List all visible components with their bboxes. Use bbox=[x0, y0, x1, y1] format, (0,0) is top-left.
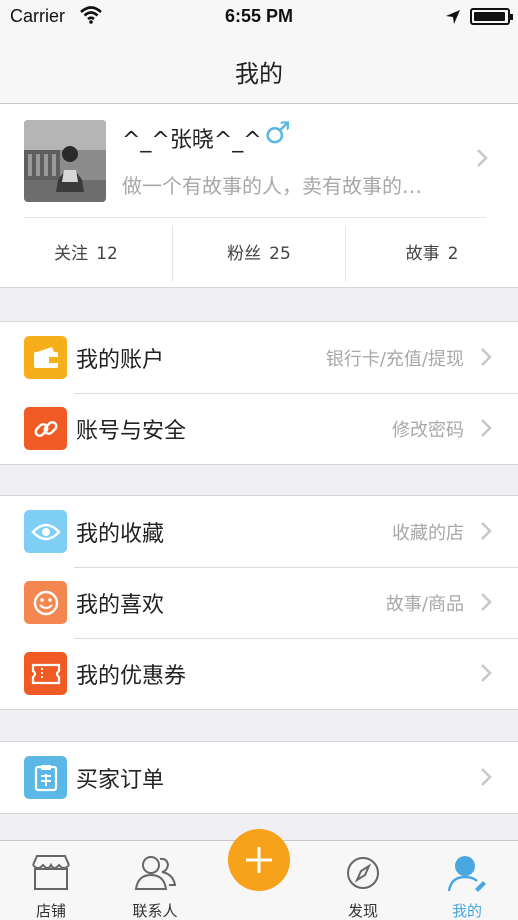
divider bbox=[24, 217, 486, 218]
menu-row-my-favorites[interactable]: 我的收藏 收藏的店 bbox=[0, 496, 518, 567]
smile-icon bbox=[24, 581, 67, 624]
favorites-group: 我的收藏 收藏的店 我的喜欢 故事/商品 我的优惠券 bbox=[0, 495, 518, 710]
chevron-right-icon bbox=[477, 149, 488, 167]
tab-contacts[interactable]: 联系人 bbox=[120, 841, 190, 920]
stat-label: 故事 bbox=[405, 244, 440, 264]
row-label: 买家订单 bbox=[76, 768, 165, 793]
compass-icon bbox=[347, 857, 379, 889]
chevron-right-icon bbox=[481, 593, 492, 611]
page-title: 我的 bbox=[235, 60, 283, 88]
male-icon: ♂ bbox=[264, 116, 291, 151]
tab-label: 我的 bbox=[451, 902, 482, 920]
stat-label: 粉丝 bbox=[227, 244, 262, 264]
stat-count: 25 bbox=[269, 244, 291, 264]
row-detail: 收藏的店 bbox=[392, 523, 464, 544]
account-group: 我的账户 银行卡/充值/提现 账号与安全 修改密码 bbox=[0, 321, 518, 465]
avatar-photo bbox=[24, 120, 106, 202]
tab-label: 联系人 bbox=[132, 902, 178, 920]
profile-icon bbox=[447, 856, 486, 892]
menu-row-my-account[interactable]: 我的账户 银行卡/充值/提现 bbox=[0, 322, 518, 393]
chevron-right-icon bbox=[481, 522, 492, 540]
ticket-icon bbox=[24, 652, 67, 695]
menu-row-account-security[interactable]: 账号与安全 修改密码 bbox=[0, 393, 518, 464]
row-label: 我的账户 bbox=[76, 348, 165, 373]
menu-row-my-coupons[interactable]: 我的优惠券 bbox=[0, 638, 518, 709]
row-detail: 银行卡/充值/提现 bbox=[325, 349, 464, 370]
stat-label: 关注 bbox=[54, 244, 89, 264]
status-bar: Carrier 6:55 PM bbox=[0, 0, 518, 34]
tab-bar: 店铺 联系人 发现 我的 bbox=[0, 829, 518, 920]
tab-label: 店铺 bbox=[35, 902, 66, 920]
profile-stats: 关注 12 粉丝 25 故事 2 bbox=[0, 226, 518, 282]
stat-followers[interactable]: 粉丝 25 bbox=[173, 226, 346, 282]
row-detail: 修改密码 bbox=[392, 420, 464, 441]
tab-shop[interactable]: 店铺 bbox=[16, 841, 86, 920]
profile-bio: 做一个有故事的人，卖有故事的… bbox=[122, 174, 422, 198]
stat-stories[interactable]: 故事 2 bbox=[346, 226, 518, 282]
link-icon bbox=[24, 407, 67, 450]
shop-icon bbox=[32, 855, 70, 890]
tab-discover[interactable]: 发现 bbox=[328, 841, 398, 920]
username: ^_^张晓^_^ bbox=[122, 128, 262, 153]
chevron-right-icon bbox=[481, 768, 492, 786]
status-time: 6:55 PM bbox=[224, 6, 294, 26]
row-label: 我的优惠券 bbox=[76, 664, 187, 689]
stat-count: 12 bbox=[96, 244, 118, 264]
row-label: 我的收藏 bbox=[76, 522, 165, 547]
navigation-bar: 我的 bbox=[0, 34, 518, 104]
plus-icon bbox=[246, 847, 272, 873]
location-arrow-icon bbox=[446, 10, 460, 24]
chevron-right-icon bbox=[481, 419, 492, 437]
orders-group: 买家订单 bbox=[0, 741, 518, 814]
row-label: 我的喜欢 bbox=[76, 593, 165, 618]
eye-icon bbox=[24, 510, 67, 553]
battery-icon bbox=[470, 8, 513, 25]
stat-following[interactable]: 关注 12 bbox=[0, 226, 173, 282]
menu-row-my-likes[interactable]: 我的喜欢 故事/商品 bbox=[0, 567, 518, 638]
menu-row-buyer-orders[interactable]: 买家订单 bbox=[0, 742, 518, 813]
tab-label: 发现 bbox=[347, 902, 378, 920]
profile-card[interactable]: ^_^张晓^_^ ♂ 做一个有故事的人，卖有故事的… 关注 12 粉丝 25 故事 2 bbox=[0, 104, 518, 288]
row-detail: 故事/商品 bbox=[385, 594, 464, 615]
stat-count: 2 bbox=[447, 244, 459, 264]
add-button[interactable] bbox=[228, 829, 290, 891]
order-icon bbox=[24, 756, 67, 799]
avatar[interactable] bbox=[24, 120, 106, 202]
chevron-right-icon bbox=[481, 348, 492, 366]
chevron-right-icon bbox=[481, 664, 492, 682]
tab-me[interactable]: 我的 bbox=[432, 841, 502, 920]
row-label: 账号与安全 bbox=[76, 419, 187, 444]
wallet-icon bbox=[24, 336, 67, 379]
contacts-icon bbox=[134, 856, 177, 890]
